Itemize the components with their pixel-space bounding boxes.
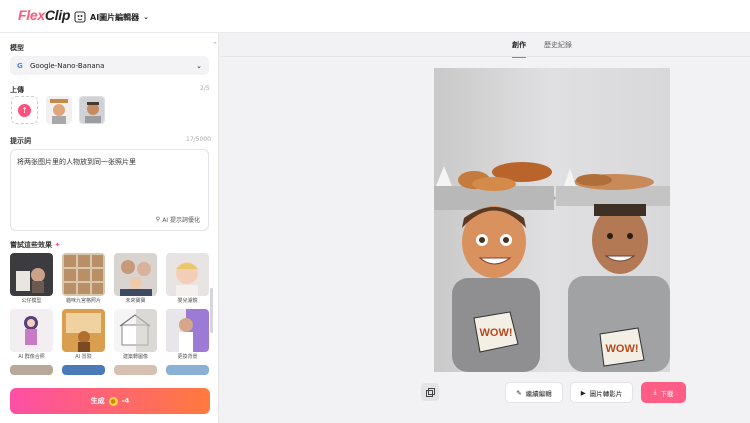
effect-card[interactable]: AI 群像合照 — [10, 309, 53, 360]
svg-text:WOW!: WOW! — [480, 327, 513, 339]
flexclip-logo[interactable]: FlexClip — [18, 7, 70, 23]
chevron-down-icon: ⌄ — [143, 13, 150, 21]
effect-thumbnail — [62, 309, 105, 352]
ai-image-icon — [74, 11, 86, 23]
effect-card[interactable]: 貓咪九宮格照片 — [62, 253, 105, 304]
effects-scrollbar[interactable] — [210, 288, 213, 333]
video-label: 圖片轉影片 — [589, 389, 623, 398]
credit-coin-icon: ● — [108, 396, 118, 406]
copy-button[interactable] — [421, 383, 439, 401]
effect-thumbnail — [62, 253, 105, 296]
effect-thumbnail — [166, 365, 209, 375]
effect-caption: 更換背景 — [177, 354, 198, 360]
result-image: WOW! WOW! — [434, 68, 670, 372]
prompt-text: 将两张图片里的人物放到同一张照片里 — [17, 158, 136, 166]
continue-edit-button[interactable]: ✎ 繼續編輯 — [505, 382, 563, 403]
editor-label: AI圖片編輯器 — [90, 12, 140, 22]
generate-label: 生成 — [90, 397, 105, 405]
upload-label: 上傳 — [10, 86, 24, 94]
effect-caption: AI 冒險 — [75, 354, 92, 360]
effect-card[interactable]: AI 冒險 — [62, 309, 105, 360]
effect-caption: 建築轉圖像 — [122, 354, 148, 360]
effect-caption: 嬰兒濾鏡 — [177, 298, 198, 304]
effect-caption: 未來寶寶 — [125, 298, 146, 304]
chevron-down-icon: ⌄ — [196, 61, 202, 70]
left-panel: 模型 ⌃ G Google-Nano-Banana ⌄ 上傳 2/5 ↑ 提示詞… — [0, 33, 219, 423]
google-icon: G — [17, 61, 23, 70]
uploaded-thumb-2[interactable] — [79, 96, 105, 124]
effect-card[interactable]: 嬰兒濾鏡 — [166, 253, 209, 304]
pencil-icon: ✎ — [516, 388, 522, 397]
play-icon: ▶ — [580, 388, 586, 397]
svg-text:WOW!: WOW! — [606, 343, 639, 355]
download-icon: ⤓ — [653, 388, 657, 396]
effect-thumbnail — [10, 365, 53, 375]
credit-cost: -4 — [121, 397, 130, 405]
effect-caption: 公仔模型 — [21, 298, 42, 304]
download-button[interactable]: ⤓ 下載 — [641, 382, 686, 403]
prompt-count: 17/5000 — [186, 136, 211, 143]
effect-thumbnail — [166, 309, 209, 352]
upload-button[interactable]: ↑ — [11, 96, 38, 124]
effect-thumbnail — [114, 253, 157, 296]
upload-arrow-icon: ↑ — [18, 103, 31, 117]
download-label: 下載 — [660, 389, 674, 398]
model-label: 模型 — [10, 44, 24, 52]
sparkle-icon: ✦ — [54, 241, 61, 249]
prompt-textarea[interactable]: 将两张图片里的人物放到同一张照片里 ⚲ AI 提示詞優化 — [10, 149, 209, 231]
image-to-video-button[interactable]: ▶ 圖片轉影片 — [570, 382, 633, 403]
ai-optimize-label: AI 提示詞優化 — [162, 217, 200, 224]
model-select[interactable]: G Google-Nano-Banana ⌄ — [10, 56, 209, 75]
collapse-icon[interactable]: ⌃ — [212, 41, 218, 49]
effect-caption: AI 群像合照 — [18, 354, 45, 360]
uploaded-thumb-1[interactable] — [46, 96, 72, 124]
effect-thumbnail — [10, 309, 53, 352]
effect-thumbnail — [114, 365, 157, 375]
effect-caption: 貓咪九宮格照片 — [65, 298, 101, 304]
effect-card[interactable] — [114, 365, 157, 375]
sparkle-icon: ⚲ — [155, 216, 161, 223]
ai-optimize-button[interactable]: ⚲ AI 提示詞優化 — [156, 215, 200, 224]
model-selected: Google-Nano-Banana — [30, 61, 105, 70]
top-bar: FlexClip AI圖片編輯器 ⌄ — [0, 0, 750, 33]
effects-label: 嘗試這些效果 ✦ — [10, 241, 61, 249]
effect-thumbnail — [10, 253, 53, 296]
effect-thumbnail — [114, 309, 157, 352]
edit-label: 繼續編輯 — [525, 389, 552, 398]
upload-count: 2/5 — [200, 85, 210, 92]
editor-selector[interactable]: AI圖片編輯器 ⌄ — [74, 7, 149, 27]
effect-thumbnail — [62, 365, 105, 375]
effect-card[interactable]: 更換背景 — [166, 309, 209, 360]
effect-card[interactable]: 未來寶寶 — [114, 253, 157, 304]
effect-card[interactable] — [62, 365, 105, 375]
effect-thumbnail — [166, 253, 209, 296]
effect-card[interactable]: 公仔模型 — [10, 253, 53, 304]
generate-button[interactable]: 生成 ● -4 — [10, 388, 210, 414]
effect-card[interactable] — [166, 365, 209, 375]
copy-icon — [425, 387, 435, 397]
tab-divider — [220, 56, 750, 57]
effect-card[interactable] — [10, 365, 53, 375]
effect-card[interactable]: 建築轉圖像 — [114, 309, 157, 360]
prompt-label: 提示詞 — [10, 137, 31, 145]
